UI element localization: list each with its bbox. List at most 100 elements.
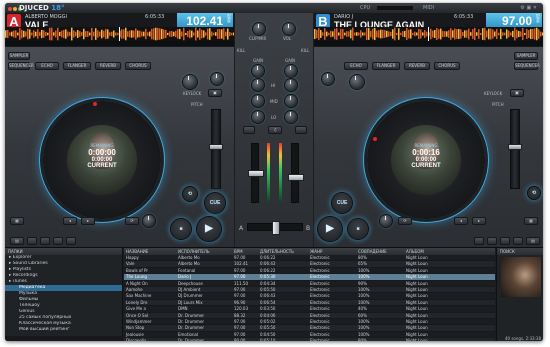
deck-b-platter[interactable]: REMAINING 0:00:16 0:00:00 CURRENT (367, 101, 485, 219)
waveform-bar (199, 28, 201, 40)
deck-a-sampler-button[interactable]: SAMPLER (8, 52, 30, 60)
mixer-cue-mix-knob[interactable] (253, 23, 265, 35)
play-icon[interactable]: ▶ (318, 217, 342, 241)
app-logo: DJUCED 18° (19, 4, 65, 12)
deck-a-pitch-slider[interactable] (209, 109, 223, 189)
deck-b-sequencer-button[interactable]: SEQUENCER (514, 62, 540, 70)
mixer-mid-a-knob[interactable] (252, 95, 264, 107)
waveform-bar (502, 32, 504, 36)
column-genre[interactable]: ЖАНР (308, 248, 356, 255)
mixer-hi-b-knob[interactable] (285, 79, 297, 91)
deck-a-cue-button[interactable]: CUE (205, 193, 225, 213)
mixer-gain-b-knob[interactable] (285, 65, 297, 77)
mixer-cue-a-button[interactable] (243, 126, 255, 134)
deck-a-sequencer-button[interactable]: SEQUENCER (8, 62, 34, 70)
track-album: Night Loun (406, 261, 428, 267)
deck-b-gain-knob[interactable] (322, 73, 334, 85)
minimize-window-icon[interactable] (13, 7, 17, 11)
play-icon[interactable]: ▶ (197, 217, 221, 241)
column-bpm[interactable]: BPM (232, 248, 258, 255)
deck-b-fx-reverb[interactable]: REVERB (404, 62, 430, 70)
mixer-cue-b-button[interactable] (295, 126, 307, 134)
column-match[interactable]: СОВПАДЕНИЕ (356, 248, 404, 255)
mixer-channel-a-fader[interactable] (248, 143, 264, 203)
mixer-hi-a-knob[interactable] (252, 79, 264, 91)
deck-b-sampler-icon[interactable]: ▤ (526, 237, 540, 245)
mixer-channel-b-fader[interactable] (288, 143, 304, 203)
table-row[interactable]: Discopolis Dr. Drummer 80.00 0:05:10 Electro… (124, 338, 495, 341)
deck-a-platter[interactable]: REMAINING 0:00:00 0:00:00 CURRENT (43, 101, 161, 219)
deck-a-stop-button[interactable]: ■ (171, 219, 191, 239)
deck-a-pad-3[interactable] (53, 237, 63, 245)
deck-b-loop-in-icon[interactable]: ◂ (454, 217, 468, 225)
column-length[interactable]: ДЛИТЕЛЬНОСТЬ (258, 248, 308, 255)
mixer-lo-b-knob[interactable] (285, 111, 297, 123)
deck-b-loop-out-icon[interactable]: ▸ (472, 217, 486, 225)
deck-a-pad-2[interactable] (40, 237, 50, 245)
folder-item[interactable]: Мой высший рейтинг (5, 327, 122, 333)
deck-b-pad-2[interactable] (487, 237, 497, 245)
column-artist[interactable]: ИСПОЛНИТЕЛЬ (176, 248, 232, 255)
deck-a-sync-button[interactable]: ⟲ (183, 187, 197, 201)
deck-a-fx-knob[interactable] (183, 75, 197, 89)
deck-b-sync-button[interactable]: ⟲ (528, 187, 540, 199)
waveform-bar (378, 30, 380, 38)
deck-b-waveform[interactable] (314, 27, 543, 41)
waveform-bar (175, 30, 177, 38)
deck-a-loop-in-icon[interactable]: ◂ (63, 217, 77, 225)
crossfader[interactable] (247, 221, 303, 235)
waveform-bar (203, 30, 205, 38)
search-header[interactable]: ПОИСК (497, 248, 543, 255)
deck-a-keylock-toggle[interactable]: ▣ (208, 89, 222, 97)
deck-b-overview[interactable] (314, 41, 543, 46)
deck-a-fx-echo[interactable]: ECHO (35, 62, 59, 70)
deck-b-pad-4[interactable] (513, 237, 523, 245)
deck-b-pad-3[interactable] (500, 237, 510, 245)
deck-a-waveform[interactable] (5, 27, 234, 41)
deck-a-sampler-icon[interactable]: ▤ (10, 237, 24, 245)
deck-b-keylock-toggle[interactable]: ▣ (510, 89, 524, 97)
deck-a-grid-icon[interactable]: ▦ (10, 217, 24, 225)
deck-b-pitch-slider[interactable] (508, 109, 522, 189)
waveform-bar (344, 32, 346, 36)
track-album: Night Loun (406, 286, 428, 292)
deck-a-loop-knob[interactable] (143, 215, 155, 227)
deck-b-pad-1[interactable] (474, 237, 484, 245)
deck-a-overview[interactable] (5, 41, 234, 46)
mixer-mid-b-knob[interactable] (285, 95, 297, 107)
waveform-bar (91, 27, 93, 41)
track-genre: Electronic (310, 267, 330, 273)
mixer-gain-a-knob[interactable] (252, 65, 264, 77)
deck-a-fx-flanger[interactable]: FLANGER (63, 62, 91, 70)
deck-b-loop-knob[interactable] (380, 215, 392, 227)
deck-a-loop-out-icon[interactable]: ▸ (81, 217, 95, 225)
mixer-lo-a-knob[interactable] (252, 111, 264, 123)
column-title[interactable]: НАЗВАНИЕ (124, 248, 176, 255)
deck-a-pad-1[interactable] (27, 237, 37, 245)
waveform-bar (157, 27, 159, 41)
deck-b-fx-knob[interactable] (350, 75, 364, 89)
deck-b-stop-button[interactable]: ■ (348, 219, 368, 239)
headphone-icon[interactable]: ♫ (268, 126, 282, 134)
settings-icon[interactable]: ⚙ ▣ ✕ (520, 5, 537, 11)
deck-b-loop-icon[interactable]: ⟳ (398, 217, 412, 225)
close-window-icon[interactable] (8, 7, 12, 11)
deck-b-fx-echo[interactable]: ECHO (344, 62, 368, 70)
waveform-bar (111, 31, 113, 37)
waveform-bar (394, 27, 396, 41)
deck-a-fx-reverb[interactable]: REVERB (95, 62, 121, 70)
deck-b-sampler-button[interactable]: SAMPLER (514, 52, 538, 60)
deck-a-pad-4[interactable] (66, 237, 76, 245)
mixer-master-vol-knob[interactable] (283, 23, 295, 35)
deck-a-loop-icon[interactable]: ⟳ (125, 217, 139, 225)
waveform-bar (396, 32, 398, 36)
waveform-bar (316, 29, 318, 39)
deck-b-fx-flanger[interactable]: FLANGER (372, 62, 400, 70)
deck-b-cue-button[interactable]: CUE (332, 193, 352, 213)
deck-a-fx-chorus[interactable]: CHORUS (125, 62, 151, 70)
waveform-bar (376, 30, 378, 38)
deck-b-grid-icon[interactable]: ▦ (524, 217, 538, 225)
column-album[interactable]: АЛЬБОМ (404, 248, 495, 255)
deck-a-gain-knob[interactable] (211, 73, 223, 85)
deck-b-fx-chorus[interactable]: CHORUS (434, 62, 460, 70)
